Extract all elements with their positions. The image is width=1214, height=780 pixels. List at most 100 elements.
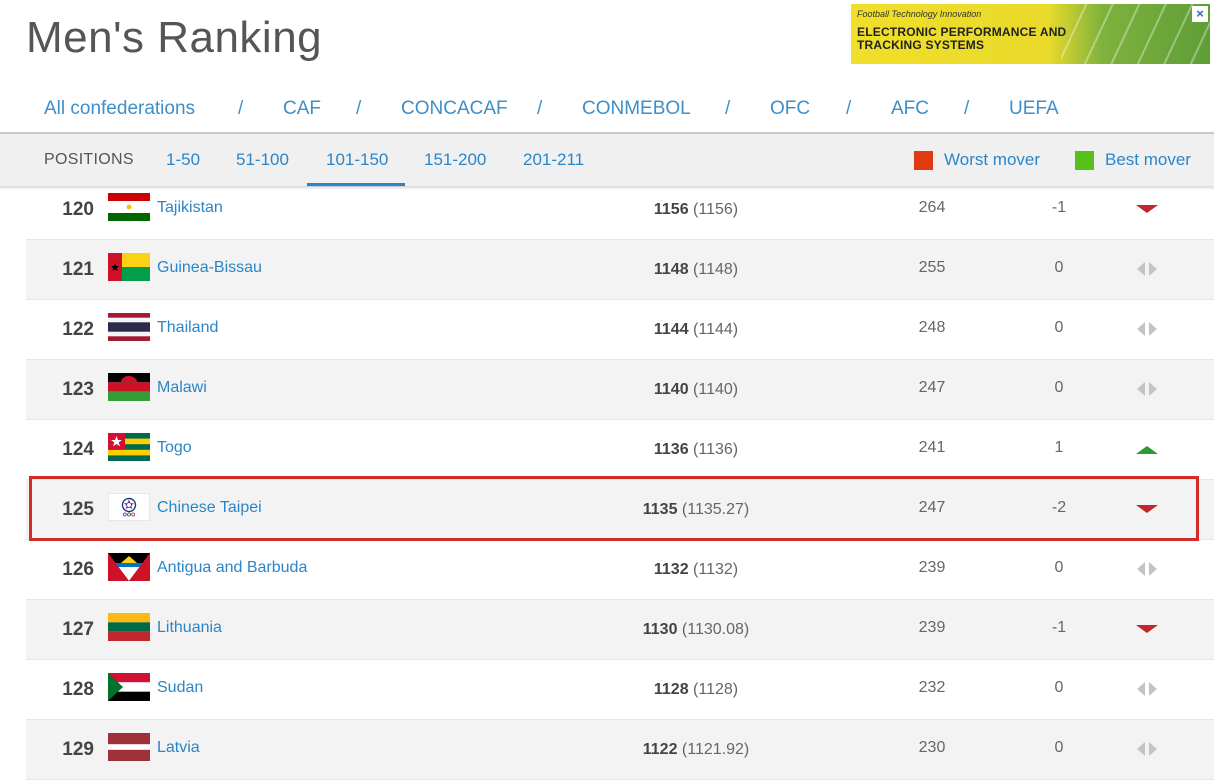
conf-link-concacaf[interactable]: CONCACAF — [401, 94, 508, 124]
conf-link-ofc[interactable]: OFC — [770, 94, 810, 124]
country-link[interactable]: Malawi — [157, 360, 207, 416]
positions-label: POSITIONS — [44, 151, 134, 168]
position-change: -2 — [1051, 499, 1067, 516]
total-points: 1148 (1148) — [586, 240, 806, 300]
tajikistan-flag — [108, 193, 150, 221]
worst-mover-swatch — [914, 150, 933, 170]
country-link[interactable]: Togo — [157, 420, 192, 476]
chinese-taipei-flag — [108, 493, 150, 521]
total-points: 1132 (1132) — [586, 540, 806, 600]
ad-kicker: Football Technology Innovation — [857, 9, 982, 19]
trend-unchanged-icon — [1134, 262, 1160, 276]
positions-bar: POSITIONS 1-50 51-100 101-150 151-200 20… — [0, 132, 1214, 190]
conf-link-conmebol[interactable]: CONMEBOL — [582, 94, 691, 124]
current-points: 1135 — [642, 501, 678, 518]
antigua-and-barbuda-flag — [108, 553, 150, 581]
previous-points: (1130.08) — [681, 621, 750, 638]
conf-separator: / — [846, 98, 852, 119]
ad-headline-2: TRACKING SYSTEMS — [857, 38, 985, 52]
country-link[interactable]: Chinese Taipei — [157, 480, 262, 536]
country-link[interactable]: Antigua and Barbuda — [157, 540, 307, 596]
position-change: 0 — [1054, 379, 1064, 396]
previous-points: (1128) — [693, 681, 739, 698]
rank-number: 125 — [62, 499, 94, 520]
rank-number: 126 — [62, 559, 94, 580]
table-row: 127 Lithuania 1130 (1130.08) 239 -1 — [26, 600, 1214, 660]
table-row: 122 Thailand 1144 (1144) 248 0 — [26, 300, 1214, 360]
conf-separator: / — [964, 98, 970, 119]
current-points: 1132 — [653, 561, 689, 578]
current-points: 1156 — [653, 201, 689, 218]
table-row: 120 Tajikistan 1156 (1156) 264 -1 — [26, 180, 1214, 240]
rank-number: 124 — [62, 439, 94, 460]
tab-range-1-50[interactable]: 1-50 — [166, 134, 200, 186]
conf-separator: / — [537, 98, 543, 119]
matches-count: 247 — [918, 499, 946, 516]
country-link[interactable]: Guinea-Bissau — [157, 240, 262, 296]
ad-banner[interactable]: Football Technology Innovation ELECTRONI… — [851, 4, 1210, 64]
conf-link-all[interactable]: All confederations — [44, 94, 195, 124]
total-points: 1128 (1128) — [586, 660, 806, 720]
matches-count: 230 — [918, 739, 946, 756]
current-points: 1130 — [642, 621, 678, 638]
trend-down-icon — [1134, 622, 1160, 636]
lithuania-flag — [108, 613, 150, 641]
country-link[interactable]: Tajikistan — [157, 180, 223, 236]
total-points: 1136 (1136) — [586, 420, 806, 480]
previous-points: (1144) — [693, 321, 739, 338]
previous-points: (1148) — [693, 261, 739, 278]
tab-range-151-200[interactable]: 151-200 — [424, 134, 486, 186]
country-link[interactable]: Thailand — [157, 300, 218, 356]
country-link[interactable]: Lithuania — [157, 600, 222, 656]
malawi-flag — [108, 373, 150, 401]
close-icon[interactable]: × — [1192, 6, 1208, 22]
total-points: 1156 (1156) — [586, 180, 806, 240]
page-title: Men's Ranking — [26, 13, 323, 62]
position-change: 0 — [1054, 559, 1064, 576]
table-row: 129 Latvia 1122 (1121.92) 230 0 — [26, 720, 1214, 780]
position-change: 0 — [1054, 679, 1064, 696]
conf-link-afc[interactable]: AFC — [891, 94, 929, 124]
thailand-flag — [108, 313, 150, 341]
total-points: 1144 (1144) — [586, 300, 806, 360]
conf-link-caf[interactable]: CAF — [283, 94, 321, 124]
matches-count: 239 — [918, 619, 946, 636]
current-points: 1122 — [642, 741, 678, 758]
confederation-nav: All confederations / CAF / CONCACAF / CO… — [0, 94, 1214, 124]
matches-count: 248 — [918, 319, 946, 336]
football-field-graphic — [1061, 4, 1210, 64]
conf-link-uefa[interactable]: UEFA — [1009, 94, 1059, 124]
conf-separator: / — [725, 98, 731, 119]
current-points: 1128 — [653, 681, 689, 698]
sudan-flag — [108, 673, 150, 701]
country-link[interactable]: Sudan — [157, 660, 203, 716]
trend-unchanged-icon — [1134, 322, 1160, 336]
position-change: 0 — [1054, 259, 1064, 276]
tab-range-201-211[interactable]: 201-211 — [523, 134, 584, 186]
trend-unchanged-icon — [1134, 562, 1160, 576]
best-mover-label: Best mover — [1105, 150, 1191, 169]
matches-count: 264 — [918, 199, 946, 216]
tab-range-51-100[interactable]: 51-100 — [236, 134, 289, 186]
position-change: 0 — [1054, 319, 1064, 336]
matches-count: 241 — [918, 439, 946, 456]
matches-count: 255 — [918, 259, 946, 276]
latvia-flag — [108, 733, 150, 761]
guinea-bissau-flag — [108, 253, 150, 281]
trend-unchanged-icon — [1134, 382, 1160, 396]
best-mover-swatch — [1075, 150, 1094, 170]
current-points: 1144 — [653, 321, 689, 338]
ad-headline-1: ELECTRONIC PERFORMANCE AND — [857, 25, 1067, 39]
total-points: 1122 (1121.92) — [586, 720, 806, 780]
conf-separator: / — [356, 98, 362, 119]
previous-points: (1132) — [693, 561, 739, 578]
rank-number: 121 — [62, 259, 94, 280]
table-row: 123 Malawi 1140 (1140) 247 0 — [26, 360, 1214, 420]
country-link[interactable]: Latvia — [157, 720, 200, 776]
current-points: 1136 — [653, 441, 689, 458]
tab-range-101-150[interactable]: 101-150 — [306, 134, 406, 187]
rank-number: 120 — [62, 199, 94, 220]
legend-worst-mover: Worst mover — [914, 134, 1040, 186]
conf-separator: / — [238, 98, 244, 119]
position-change: 1 — [1054, 439, 1064, 456]
